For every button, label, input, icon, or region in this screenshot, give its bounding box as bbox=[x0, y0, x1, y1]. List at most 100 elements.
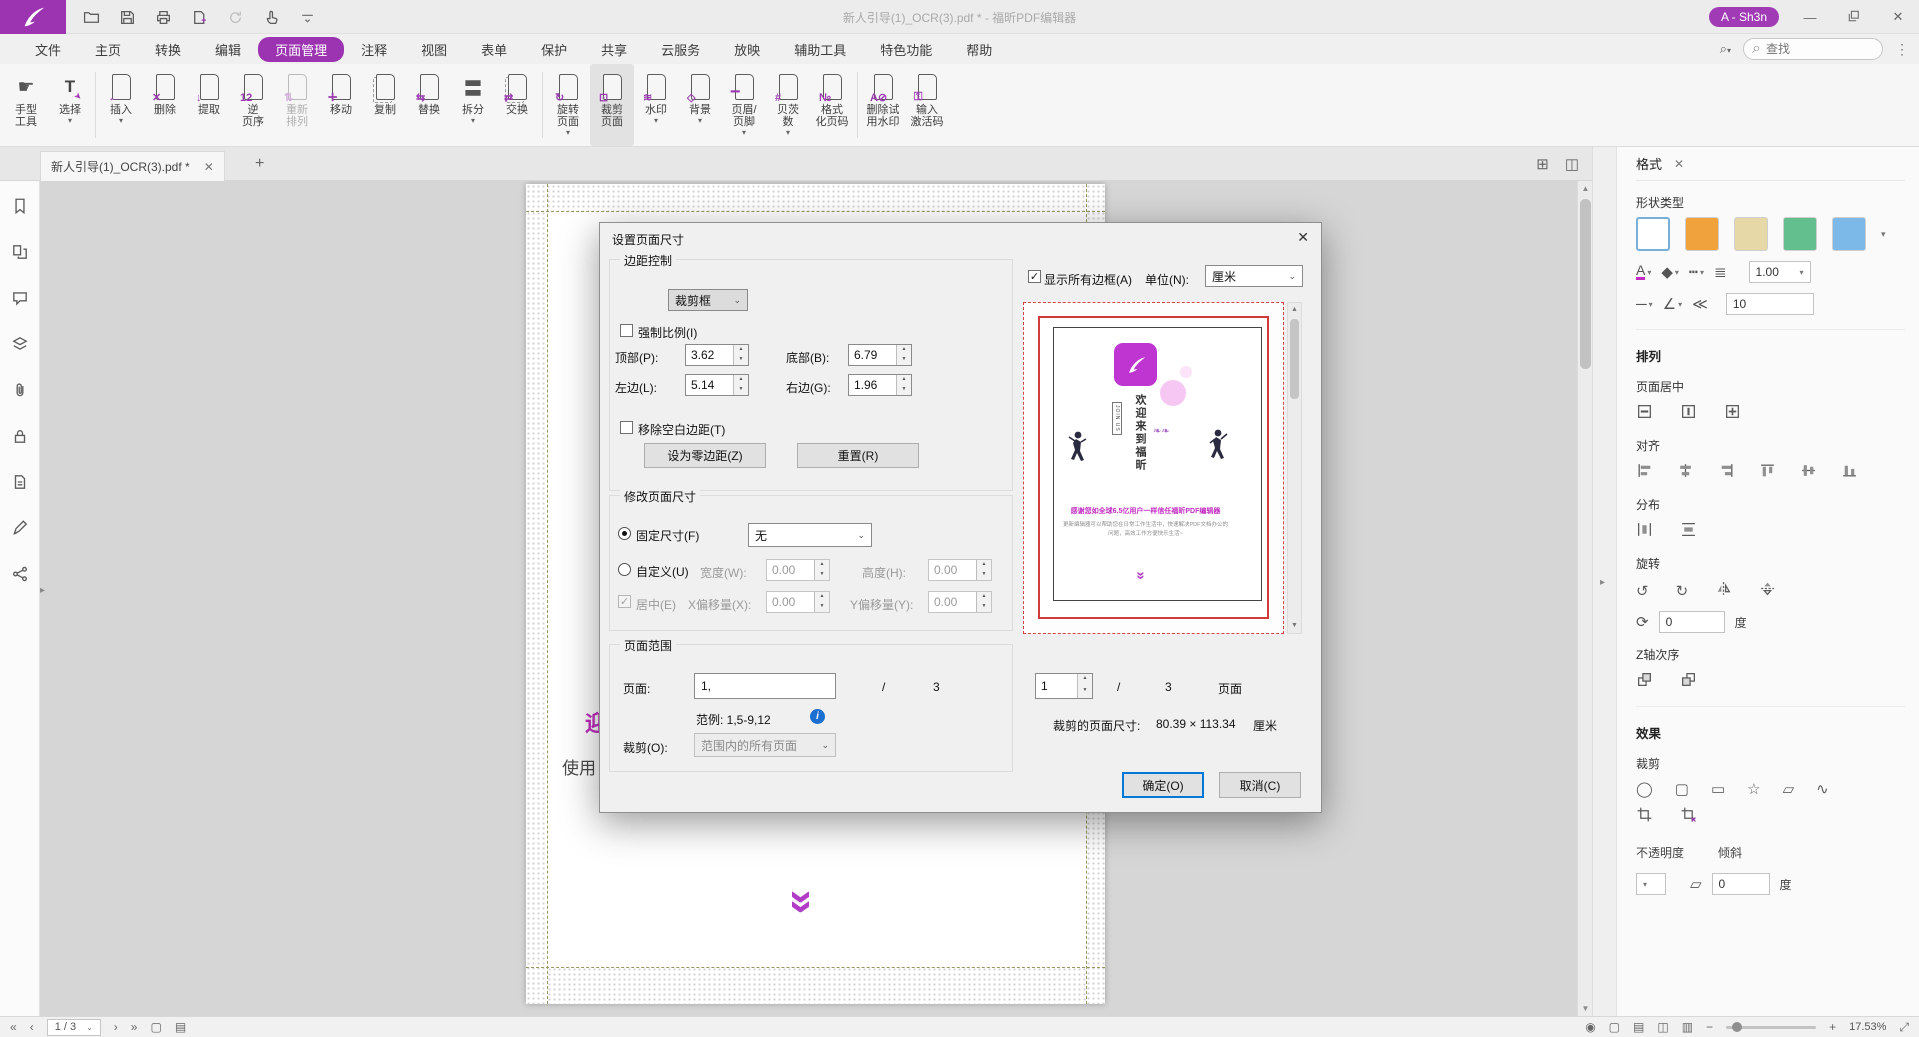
menu-item-4[interactable]: 编辑 bbox=[198, 37, 258, 62]
star-icon[interactable]: ☆ bbox=[1747, 780, 1760, 798]
swatch-white[interactable] bbox=[1636, 217, 1670, 251]
foxit-logo[interactable] bbox=[0, 0, 66, 34]
hand-tool-button[interactable]: ☛手型工具 bbox=[4, 64, 48, 146]
header-footer-button[interactable]: ▔页眉/页脚▾ bbox=[722, 64, 766, 146]
menu-item-9[interactable]: 保护 bbox=[524, 37, 584, 62]
swatch-blue[interactable] bbox=[1832, 217, 1866, 251]
line-style-button[interactable]: ─▾ bbox=[1636, 296, 1653, 313]
square-icon[interactable]: ▢ bbox=[1675, 780, 1689, 798]
page-panel-icon[interactable]: ◫ bbox=[1565, 155, 1579, 173]
y-offset-input[interactable]: 0.00▲▼ bbox=[928, 591, 992, 613]
show-all-boxes-checkbox[interactable] bbox=[1028, 270, 1041, 283]
menu-item-10[interactable]: 共享 bbox=[584, 37, 644, 62]
save-icon[interactable] bbox=[116, 6, 138, 28]
extract-pages-button[interactable]: ↓提取 bbox=[187, 64, 231, 146]
crop-remove-icon[interactable] bbox=[1680, 806, 1697, 827]
dialog-close-icon[interactable]: ✕ bbox=[1297, 229, 1309, 246]
tab-close-icon[interactable]: ✕ bbox=[204, 160, 214, 174]
panel-collapse-arrow[interactable]: ▸ bbox=[1600, 577, 1605, 588]
swatch-green[interactable] bbox=[1783, 217, 1817, 251]
opacity-select[interactable]: ▾ bbox=[1636, 873, 1666, 895]
preview-scroll-down-icon[interactable]: ▼ bbox=[1288, 619, 1301, 633]
replace-pages-button[interactable]: ⇆替换 bbox=[407, 64, 451, 146]
align-bottom-icon[interactable] bbox=[1841, 462, 1858, 483]
ok-button[interactable]: 确定(O) bbox=[1122, 772, 1204, 798]
align-left-icon[interactable] bbox=[1636, 462, 1653, 483]
left-margin-input[interactable]: 5.14▲▼ bbox=[685, 374, 749, 396]
height-input[interactable]: 0.00▲▼ bbox=[928, 559, 992, 581]
new-tab-button[interactable]: + bbox=[255, 155, 264, 173]
rotate-left-icon[interactable]: ↺ bbox=[1636, 582, 1649, 600]
facing-view-icon[interactable]: ◫ bbox=[1657, 1020, 1668, 1034]
menu-item-5[interactable]: 页面管理 bbox=[258, 37, 344, 62]
next-page-icon[interactable]: › bbox=[114, 1020, 118, 1034]
zoom-out-icon[interactable]: − bbox=[1706, 1020, 1713, 1034]
top-margin-input[interactable]: 3.62▲▼ bbox=[685, 344, 749, 366]
last-page-icon[interactable]: » bbox=[131, 1020, 138, 1034]
font-color-button[interactable]: A▾ bbox=[1636, 264, 1651, 280]
distribute-vertical-icon[interactable] bbox=[1680, 521, 1697, 542]
delete-pages-button[interactable]: ✕删除 bbox=[143, 64, 187, 146]
new-document-icon[interactable] bbox=[188, 6, 210, 28]
corner-radius-icon[interactable]: ≪ bbox=[1692, 295, 1708, 313]
align-top-icon[interactable] bbox=[1759, 462, 1776, 483]
send-backward-icon[interactable] bbox=[1680, 671, 1697, 692]
width-input[interactable]: 0.00▲▼ bbox=[766, 559, 830, 581]
panel-close-icon[interactable]: ✕ bbox=[1674, 157, 1684, 171]
single-page-view-icon[interactable]: ▢ bbox=[1609, 1020, 1620, 1034]
restore-button[interactable] bbox=[1841, 10, 1867, 25]
menu-item-6[interactable]: 注释 bbox=[344, 37, 404, 62]
zero-margin-button[interactable]: 设为零边距(Z) bbox=[644, 443, 766, 468]
enter-activation-code-button[interactable]: ⚿输入激活码 bbox=[905, 64, 949, 146]
page-range-input[interactable]: 1, bbox=[694, 673, 836, 699]
distribute-horizontal-icon[interactable] bbox=[1636, 521, 1653, 542]
print-icon[interactable] bbox=[152, 6, 174, 28]
preview-scrollbar-thumb[interactable] bbox=[1290, 319, 1299, 399]
scroll-up-icon[interactable]: ▲ bbox=[1578, 181, 1592, 196]
document-icon[interactable] bbox=[11, 473, 29, 496]
fixed-size-radio[interactable] bbox=[618, 527, 631, 540]
crop-pages-button[interactable]: ⊡裁剪页面 bbox=[590, 64, 634, 146]
corner-radius-input[interactable]: 10 bbox=[1726, 293, 1814, 315]
redo-icon[interactable] bbox=[224, 6, 246, 28]
copy-pages-button[interactable]: 复制 bbox=[363, 64, 407, 146]
menu-item-8[interactable]: 表单 bbox=[464, 37, 524, 62]
minimize-button[interactable]: — bbox=[1797, 10, 1823, 25]
center-vertical-icon[interactable] bbox=[1680, 403, 1697, 424]
canvas-vertical-scrollbar[interactable]: ▲ ▼ bbox=[1577, 181, 1592, 1016]
info-icon[interactable]: i bbox=[810, 709, 825, 724]
center-both-icon[interactable] bbox=[1724, 403, 1741, 424]
continuous-view-icon[interactable]: ▤ bbox=[1633, 1020, 1644, 1034]
ellipse-icon[interactable]: ◯ bbox=[1636, 780, 1653, 798]
menu-item-12[interactable]: 放映 bbox=[717, 37, 777, 62]
cancel-button[interactable]: 取消(C) bbox=[1219, 772, 1301, 798]
attachments-icon[interactable] bbox=[11, 381, 29, 404]
scroll-down-icon[interactable]: ▼ bbox=[1578, 1001, 1592, 1016]
bookmark-icon[interactable] bbox=[11, 197, 29, 220]
layers-icon[interactable] bbox=[11, 335, 29, 358]
menu-item-1[interactable]: 文件 bbox=[18, 37, 78, 62]
remove-white-margin-checkbox[interactable] bbox=[620, 421, 633, 434]
fullscreen-icon[interactable]: ⤢ bbox=[1899, 1020, 1909, 1035]
box-type-select[interactable]: 裁剪框⌄ bbox=[668, 289, 748, 311]
touch-mode-icon[interactable] bbox=[260, 6, 282, 28]
bring-forward-icon[interactable] bbox=[1636, 671, 1653, 692]
select-tool-button[interactable]: T选择▾ bbox=[48, 64, 92, 146]
remove-trial-watermark-button[interactable]: A⊘删除试用水印 bbox=[861, 64, 905, 146]
fixed-size-select[interactable]: 无⌄ bbox=[748, 523, 872, 547]
menu-item-2[interactable]: 主页 bbox=[78, 37, 138, 62]
swatch-tan[interactable] bbox=[1734, 217, 1768, 251]
document-tab[interactable]: 新人引导(1)_OCR(3).pdf * ✕ bbox=[40, 151, 225, 181]
user-avatar[interactable]: A - Sh3n bbox=[1709, 7, 1779, 27]
snapshot-icon[interactable]: ▢ bbox=[150, 1020, 161, 1034]
menu-item-11[interactable]: 云服务 bbox=[644, 37, 717, 62]
preview-page-input[interactable]: 1▲▼ bbox=[1035, 673, 1093, 699]
share-icon[interactable] bbox=[11, 565, 29, 588]
comments-icon[interactable] bbox=[11, 289, 29, 312]
skew-input[interactable]: 0 bbox=[1712, 873, 1770, 895]
rearrange-pages-button[interactable]: ⇅重新排列 bbox=[275, 64, 319, 146]
advanced-search-icon[interactable]: ⌕▾ bbox=[1720, 41, 1731, 57]
menu-item-14[interactable]: 特色功能 bbox=[863, 37, 949, 62]
more-options-icon[interactable]: ⋮ bbox=[1895, 41, 1909, 58]
line-weight-button[interactable]: ≣ bbox=[1714, 263, 1727, 281]
